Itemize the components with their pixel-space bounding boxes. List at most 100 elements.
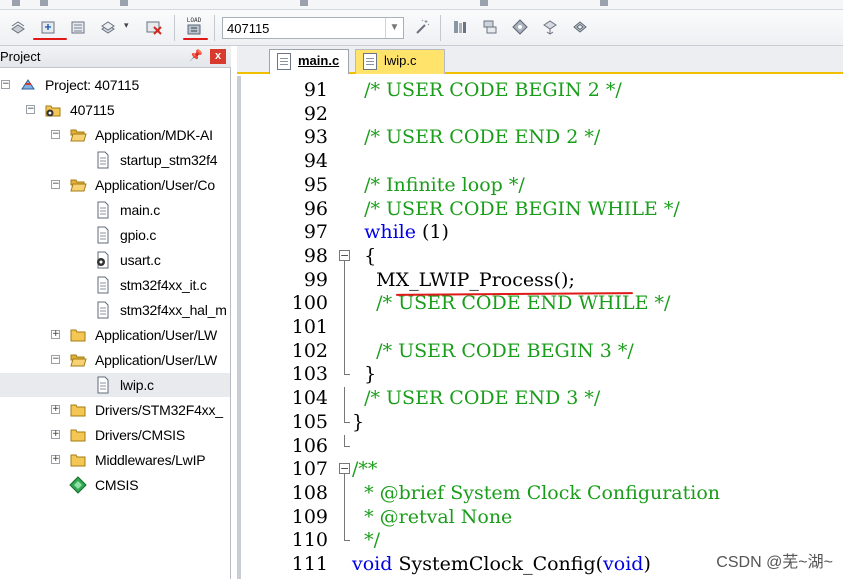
diamond-icon [512, 19, 528, 35]
tree-item[interactable]: + Drivers/CMSIS [0, 423, 230, 447]
code-line[interactable]: 106 [241, 434, 843, 459]
code-line[interactable]: 104 /* USER CODE END 3 */ [241, 387, 843, 412]
code-line[interactable]: 108 * @brief System Clock Configuration [241, 481, 843, 506]
menu-strip-cutoff [0, 0, 843, 10]
load-button[interactable]: LOAD [182, 16, 206, 38]
line-number: 95 [303, 173, 328, 196]
tree-item[interactable]: stm32f4xx_it.c [0, 273, 230, 297]
select-packs-button[interactable] [508, 16, 532, 38]
tree-item-label: Drivers/CMSIS [95, 427, 185, 443]
code-area[interactable]: 91 /* USER CODE BEGIN 2 */92 93 /* USER C… [241, 76, 843, 579]
tree-item[interactable]: startup_stm32f4 [0, 148, 230, 172]
stop-build-button[interactable] [142, 16, 166, 38]
code-line[interactable]: 93 /* USER CODE END 2 */ [241, 126, 843, 150]
folder-open-icon [69, 351, 87, 369]
tree-item-label: usart.c [120, 252, 161, 268]
tree-item[interactable]: − Project: 407115 [0, 73, 230, 97]
line-number: 96 [303, 197, 328, 220]
tree-item[interactable]: + Application/User/LW [0, 323, 230, 347]
pin-icon[interactable]: 📌 [189, 49, 203, 62]
code-line[interactable]: 92 [241, 103, 843, 127]
tree-item[interactable]: − Application/MDK-AI [0, 123, 230, 147]
build-button[interactable] [36, 16, 60, 38]
tab-lwip-c[interactable]: lwip.c [355, 49, 445, 74]
rebuild-button[interactable] [66, 16, 90, 38]
expand-icon[interactable]: + [51, 405, 60, 414]
batch-build-button[interactable] [96, 16, 120, 38]
target-options-button[interactable] [410, 16, 434, 38]
collapse-icon[interactable]: − [51, 180, 60, 189]
code-line[interactable]: 98− { [241, 245, 843, 269]
file-icon [363, 53, 377, 70]
tab-main-c[interactable]: main.c [269, 49, 349, 74]
code-text: /* Infinite loop */ [364, 173, 525, 196]
line-number: 109 [291, 505, 328, 528]
code-line[interactable]: 94 [241, 150, 843, 174]
code-text: */ [352, 529, 380, 552]
batch-build-icon [101, 21, 115, 34]
collapse-icon[interactable]: − [26, 105, 35, 114]
fold-marker [338, 410, 350, 435]
tree-item[interactable]: − 407115 [0, 98, 230, 122]
tree-item[interactable]: stm32f4xx_hal_m [0, 298, 230, 322]
collapse-icon[interactable]: − [51, 130, 60, 139]
expand-icon[interactable]: + [51, 330, 60, 339]
translate-button[interactable] [6, 16, 30, 38]
file-icon [94, 226, 112, 244]
collapse-icon[interactable]: − [1, 80, 10, 89]
code-line[interactable]: 95 /* Infinite loop */ [241, 174, 843, 198]
target-select[interactable]: 407115 ▼ [222, 17, 404, 39]
tree-item[interactable]: lwip.c [0, 373, 230, 397]
code-text: /* USER CODE END 2 */ [364, 126, 601, 149]
tree-item-label: Application/MDK-AI [95, 127, 213, 143]
line-number: 93 [303, 126, 328, 149]
fold-marker [338, 434, 350, 459]
manage-components-button[interactable] [478, 16, 502, 38]
code-line[interactable]: 109 * @retval None [241, 505, 843, 530]
tree-item[interactable]: + Drivers/STM32F4xx_ [0, 398, 230, 422]
tree-item-label: stm32f4xx_hal_m [120, 302, 227, 318]
code-line[interactable]: 107−/** [241, 458, 843, 483]
tree-item[interactable]: gpio.c [0, 223, 230, 247]
tree-item[interactable]: + Middlewares/LwIP [0, 448, 230, 472]
project-panel: Project 📌 x − Project: 407115 − 407115 − Appl… [0, 46, 231, 579]
code-line[interactable]: 105} [241, 410, 843, 435]
line-number: 102 [291, 339, 328, 362]
close-icon[interactable]: x [210, 49, 226, 64]
code-line[interactable]: 97 while (1) [241, 221, 843, 245]
tree-item[interactable]: CMSIS [0, 473, 230, 497]
collapse-icon[interactable]: − [339, 249, 350, 261]
expand-icon[interactable]: + [51, 430, 60, 439]
code-line[interactable]: 102 /* USER CODE BEGIN 3 */ [241, 339, 843, 364]
code-text: /** [352, 458, 378, 481]
fold-marker [338, 79, 350, 103]
line-number: 106 [291, 434, 328, 457]
pack-installer-button[interactable] [538, 16, 562, 38]
tree-item[interactable]: main.c [0, 198, 230, 222]
pack-icon [543, 20, 557, 35]
tree-item[interactable]: − Application/User/Co [0, 173, 230, 197]
fold-marker [338, 529, 350, 553]
code-text: MX_LWIP_Process(); [352, 268, 575, 291]
tree-item-label: Application/User/Co [95, 177, 215, 193]
code-line[interactable]: 91 /* USER CODE BEGIN 2 */ [241, 79, 843, 103]
tree-item-label: Middlewares/LwIP [95, 452, 206, 468]
editor-tab-bar: main.c lwip.c [237, 46, 843, 74]
tree-item[interactable]: − Application/User/LW [0, 348, 230, 372]
chevron-down-icon[interactable]: ▼ [385, 18, 403, 38]
line-number: 105 [291, 410, 328, 433]
collapse-icon[interactable]: − [51, 355, 60, 364]
fold-marker [338, 126, 350, 150]
code-line[interactable]: 100 /* USER CODE END WHILE */ [241, 292, 843, 317]
expand-icon[interactable]: + [51, 455, 60, 464]
code-line[interactable]: 101 [241, 316, 843, 340]
code-line[interactable]: 96 /* USER CODE BEGIN WHILE */ [241, 198, 843, 222]
collapse-icon[interactable]: − [339, 463, 350, 475]
code-line[interactable]: 103 } [241, 363, 843, 387]
file-extensions-button[interactable] [448, 16, 472, 38]
chevron-down-icon[interactable]: ▾ [124, 20, 129, 31]
code-line[interactable]: 99 MX_LWIP_Process(); [241, 268, 843, 293]
folder-open-icon [69, 176, 87, 194]
run-time-env-button[interactable] [568, 16, 592, 38]
tree-item[interactable]: usart.c [0, 248, 230, 272]
